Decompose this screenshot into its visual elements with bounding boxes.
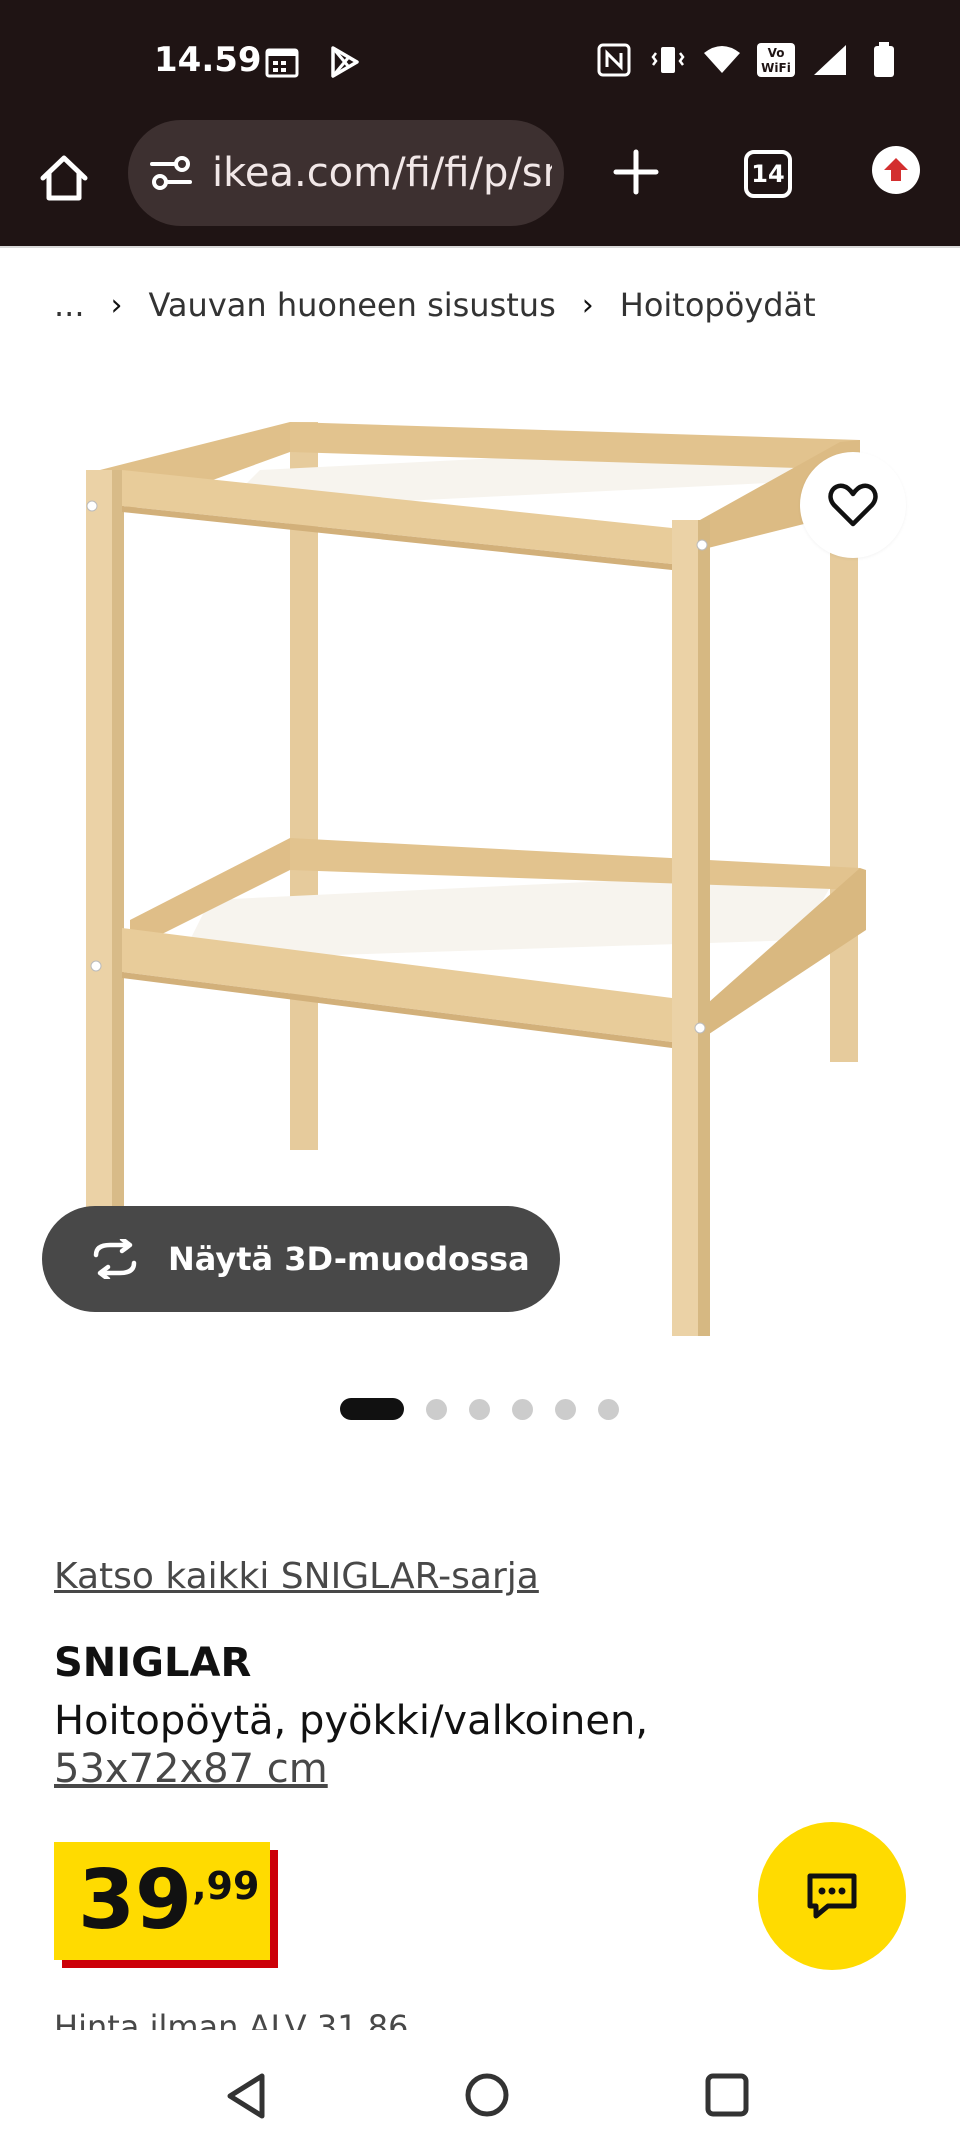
gallery-dot[interactable]	[598, 1398, 619, 1420]
breadcrumb-ellipsis[interactable]: ...	[54, 286, 85, 324]
screw	[694, 1022, 706, 1034]
new-tab-button[interactable]	[604, 140, 668, 204]
nfc-icon	[594, 40, 634, 80]
product-size-link[interactable]: 53x72x87 cm	[54, 1746, 328, 1792]
gallery-dot[interactable]	[469, 1398, 490, 1420]
view-3d-button[interactable]: Näytä 3D-muodossa	[42, 1206, 560, 1312]
gallery-dot[interactable]	[426, 1398, 447, 1420]
product-name: SNIGLAR	[54, 1640, 252, 1686]
chevron-right-icon: ›	[110, 287, 123, 323]
gallery-pagination	[340, 1398, 619, 1420]
chat-button[interactable]	[758, 1822, 906, 1970]
breadcrumb: ... › Vauvan huoneen sisustus › Hoitopöy…	[54, 286, 816, 324]
series-link[interactable]: Katso kaikki SNIGLAR-sarja	[54, 1556, 539, 1597]
product-description: Hoitopöytä, pyökki/valkoinen,	[54, 1698, 649, 1744]
favourite-button[interactable]	[800, 452, 906, 558]
screw	[90, 960, 102, 972]
signal-icon	[810, 40, 850, 80]
recents-square-icon	[705, 2073, 749, 2117]
status-icons-right: Vo WiFi	[594, 40, 904, 80]
screw	[696, 539, 708, 551]
vibrate-icon	[648, 40, 688, 80]
rotate-3d-icon	[93, 1239, 137, 1279]
screw	[86, 500, 98, 512]
back-triangle-icon	[227, 2073, 265, 2119]
nav-home-button[interactable]	[464, 2072, 510, 2123]
gallery-dot[interactable]	[555, 1398, 576, 1420]
wifi-icon	[702, 40, 742, 80]
chat-icon	[807, 1873, 857, 1919]
tab-switcher-button[interactable]: 14	[744, 150, 792, 198]
nav-back-button[interactable]	[224, 2072, 268, 2125]
bottom-back-rail	[290, 838, 860, 890]
gallery-dot[interactable]	[512, 1398, 533, 1420]
calendar-icon	[262, 42, 302, 82]
gallery-dot-active[interactable]	[340, 1398, 404, 1420]
plus-icon	[613, 149, 659, 195]
home-circle-icon	[465, 2073, 509, 2117]
url-text[interactable]: ikea.com/fi/fi/p/sniglar	[212, 150, 552, 200]
breadcrumb-item-nursery[interactable]: Vauvan huoneen sisustus	[149, 286, 556, 324]
vowifi-icon: Vo WiFi	[756, 40, 796, 80]
chevron-right-icon: ›	[581, 287, 594, 323]
price-tag: 39 ,99	[54, 1842, 270, 1960]
arrow-up-icon	[884, 158, 908, 181]
site-settings-icon[interactable]	[148, 150, 194, 196]
price-excl-vat: Hinta ilman ALV 31,86	[54, 2008, 409, 2030]
nav-recents-button[interactable]	[704, 2072, 750, 2123]
update-button[interactable]	[872, 146, 920, 194]
breadcrumb-item-changing-tables[interactable]: Hoitopöydät	[620, 286, 816, 324]
status-icons-left	[262, 42, 364, 82]
front-right-leg-shade	[698, 520, 710, 1336]
home-button[interactable]	[30, 144, 98, 212]
battery-icon	[864, 40, 904, 80]
svg-text:WiFi: WiFi	[761, 61, 791, 75]
price-decimal: ,99	[192, 1864, 260, 1908]
price-integer: 39	[78, 1853, 193, 1948]
play-store-icon	[324, 42, 364, 82]
front-left-leg-shade	[112, 470, 124, 1310]
status-bar: 14.59 Vo WiFi	[0, 0, 960, 120]
view-3d-label: Näytä 3D-muodossa	[168, 1240, 530, 1278]
heart-icon	[828, 483, 878, 527]
svg-text:Vo: Vo	[768, 46, 785, 60]
status-time: 14.59	[154, 40, 262, 80]
home-icon	[40, 155, 88, 201]
browser-toolbar: ikea.com/fi/fi/p/sniglar 14	[0, 120, 960, 248]
system-nav-bar	[0, 2030, 960, 2144]
